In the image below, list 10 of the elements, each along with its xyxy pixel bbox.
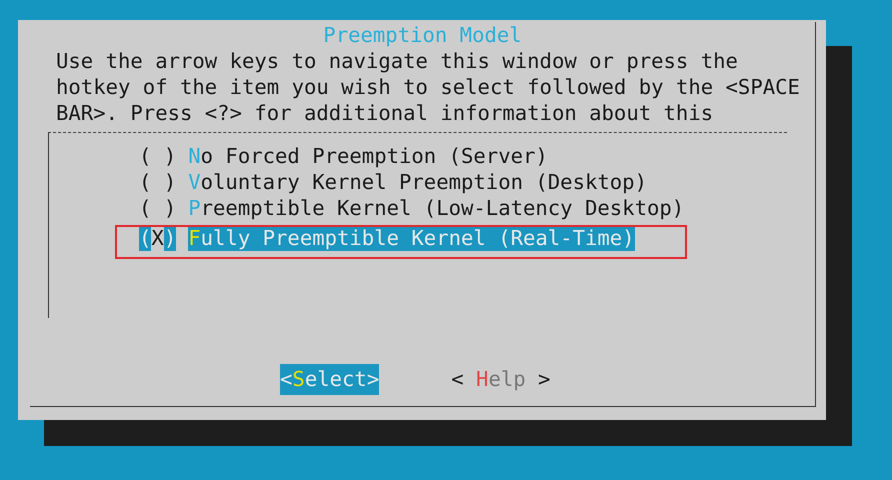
help-button[interactable]: < Help > [451,364,550,395]
menu-option[interactable]: Voluntary Kernel Preemption (Desktop) [188,169,647,195]
instructions-text: Use the arrow keys to navigate this window or press the hotkey of the item you wish to select followed by the <SPACE BAR>. Press <?> for additional information about this [56,48,801,126]
dialog-title: Preemption Model [322,22,523,48]
menu-option[interactable]: Preemptible Kernel (Low-Latency Desktop) [188,195,684,221]
radio-button[interactable]: ( ) [139,195,176,221]
menu-option[interactable]: No Forced Preemption (Server) [188,143,548,169]
radio-button[interactable]: ( ) [139,169,176,195]
radio-button[interactable]: (X) [139,225,176,251]
radio-button[interactable]: ( ) [139,143,176,169]
